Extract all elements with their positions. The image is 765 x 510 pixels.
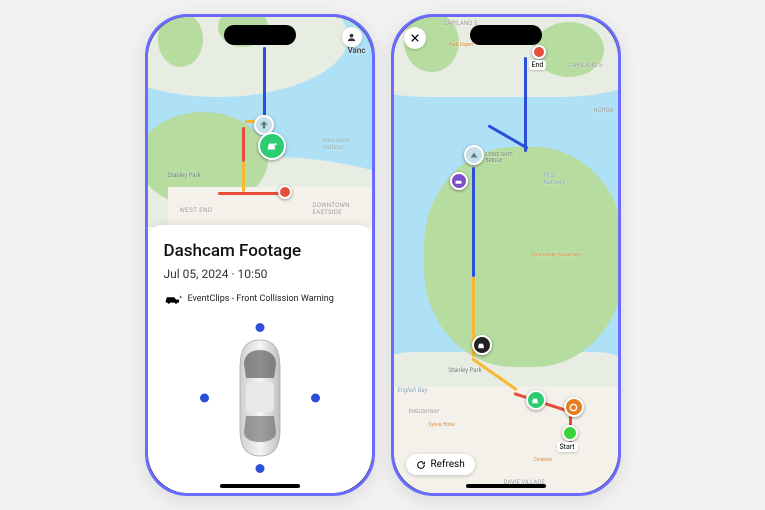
car-camera-diagram [164,323,356,473]
event-marker-pin[interactable] [258,132,286,160]
route-waypoint-pin[interactable] [472,335,492,355]
notch [224,25,296,45]
route-waypoint-pin[interactable] [450,172,468,190]
person-icon [346,32,357,43]
refresh-label: Refresh [431,459,465,470]
sheet-title: Dashcam Footage [164,241,356,261]
map-label: First Narrows [544,172,566,186]
phone-right: End Start CAPILANO 5 CAPILANO 5 NORGA Fi [391,14,621,496]
screen-right: End Start CAPILANO 5 CAPILANO 5 NORGA Fi [394,17,618,493]
car-top-icon [230,338,290,458]
camera-dot-front[interactable] [255,323,264,332]
dashcam-sheet: Dashcam Footage Jul 05, 2024 · 10:50 Eve… [148,225,372,493]
map-label: ENGLISH BAY [409,409,440,415]
map-label: WEST END [180,207,213,214]
map-label: NORGA [593,107,613,114]
end-pin[interactable] [532,45,546,59]
home-indicator[interactable] [466,484,546,488]
close-button[interactable] [404,27,426,49]
map-label: Stanley Park [168,172,201,179]
map-label: Cineplex [534,457,553,463]
event-clip-row[interactable]: EventClips - Front Collission Warning [164,293,356,305]
camera-dot-right[interactable] [311,394,320,403]
event-marker-pin[interactable] [526,390,546,410]
route-waypoint-lions-gate[interactable] [464,145,484,165]
profile-button[interactable] [342,27,362,47]
route-waypoint-pin[interactable] [564,397,584,417]
start-label: Start [557,442,578,452]
map-label: Stanley Park [449,367,482,374]
map-label: Sylvia Hotel [429,422,455,428]
camera-dot-left[interactable] [200,394,209,403]
home-indicator[interactable] [220,484,300,488]
event-label: EventClips - Front Collission Warning [188,294,334,304]
map-label: CAPILANO 5 [569,62,603,69]
phone-left: No Vanc Stanley Park WEST END DOWNTOWN E… [145,14,375,496]
map-label: DOWNTOWN EASTSIDE [313,202,350,216]
collision-icon [164,293,182,305]
map-trip-overview[interactable]: No Vanc Stanley Park WEST END DOWNTOWN E… [148,17,372,227]
map-label: CAPILANO 5 [444,20,478,27]
start-pin[interactable] [562,425,578,441]
camera-dot-rear[interactable] [255,464,264,473]
map-label: Park Depot [449,42,474,48]
notch [470,25,542,45]
map-label: English Bay [398,387,428,394]
end-label: End [529,60,547,70]
map-label: Vancouver Aquarium [531,252,582,258]
refresh-icon [416,460,426,470]
map-full-trip[interactable]: End Start CAPILANO 5 CAPILANO 5 NORGA Fi [394,17,618,493]
end-pin[interactable] [278,185,292,199]
map-label: Vancouver Harbour [323,137,350,151]
map-label: LIONS GATE BRIDGE [486,152,513,164]
screen-left: No Vanc Stanley Park WEST END DOWNTOWN E… [148,17,372,493]
close-icon [410,33,420,43]
refresh-button[interactable]: Refresh [406,454,475,475]
sheet-date: Jul 05, 2024 · 10:50 [164,267,356,281]
